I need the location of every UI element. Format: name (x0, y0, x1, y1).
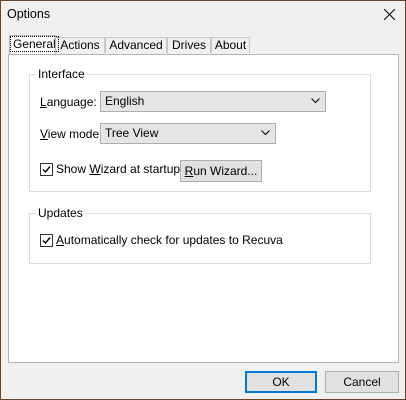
ok-button[interactable]: OK (245, 371, 317, 393)
auto-update-checkbox[interactable] (40, 234, 53, 247)
language-value: English (105, 94, 145, 108)
updates-group: Updates Automatically check for updates … (29, 206, 371, 264)
view-mode-select[interactable]: Tree View (100, 123, 276, 144)
tab-about[interactable]: About (211, 37, 250, 53)
general-panel: Interface Language: English View mode Tr… (8, 54, 399, 363)
tab-general[interactable]: General (9, 35, 59, 54)
chevron-down-icon (311, 98, 320, 104)
run-wizard-button[interactable]: Run Wizard... (180, 160, 262, 182)
options-dialog: Options General Actions Advanced Drives … (0, 0, 406, 400)
auto-update-label[interactable]: Automatically check for updates to Recuv… (56, 233, 283, 247)
show-wizard-label[interactable]: Show Wizard at startup (56, 162, 180, 176)
tab-advanced[interactable]: Advanced (105, 37, 167, 53)
window-title: Options (7, 7, 51, 21)
checkmark-icon (42, 237, 51, 245)
interface-group: Interface Language: English View mode Tr… (29, 67, 371, 192)
language-select[interactable]: English (100, 91, 326, 112)
checkmark-icon (42, 166, 51, 174)
tab-actions[interactable]: Actions (55, 37, 105, 53)
interface-group-title: Interface (36, 67, 87, 81)
tab-drives[interactable]: Drives (167, 37, 211, 53)
view-mode-value: Tree View (105, 126, 159, 140)
language-label: Language: (40, 95, 97, 109)
view-mode-label: View mode (40, 127, 100, 141)
close-icon (384, 9, 395, 20)
close-button[interactable] (375, 1, 405, 29)
cancel-button[interactable]: Cancel (325, 371, 399, 393)
updates-group-title: Updates (36, 206, 85, 220)
show-wizard-checkbox[interactable] (40, 163, 53, 176)
chevron-down-icon (261, 130, 270, 136)
title-bar: Options (1, 1, 405, 29)
run-wizard-label: Run Wizard... (184, 164, 258, 178)
